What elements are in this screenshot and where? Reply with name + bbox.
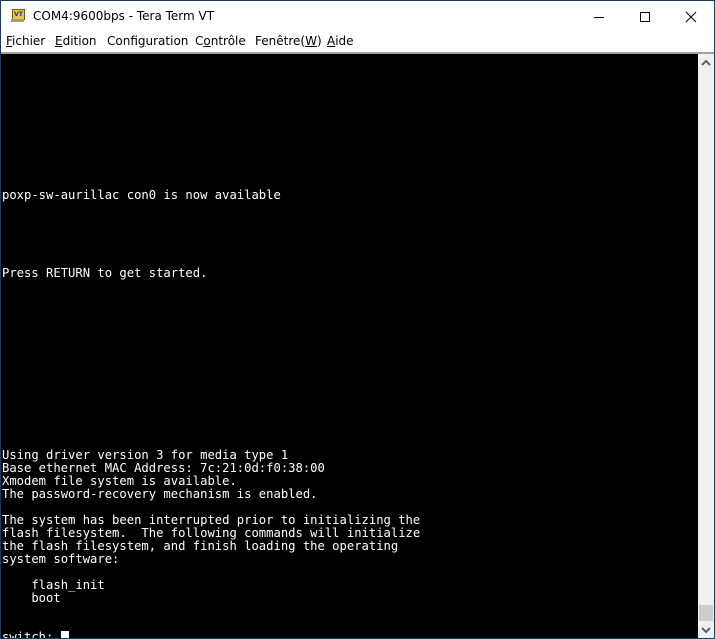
menu-controle[interactable]: Contrôle [195,34,246,48]
menu-edition[interactable]: Edition [55,34,97,48]
menu-fichier[interactable]: Fichier [6,34,45,48]
maximize-button[interactable] [622,1,668,32]
terminal-screen[interactable]: switch: poxp-sw-aurillac con0 is now ava… [1,54,698,638]
prompt-line[interactable]: switch: [2,631,69,638]
menu-fenetre[interactable]: Fenêtre(W) [255,34,322,48]
prompt-text: switch: [2,630,61,639]
maximize-icon [640,11,650,22]
window-title: COM4:9600bps - Tera Term VT [33,9,215,23]
menu-bar: Fichier Edition Configuration Contrôle F… [1,32,714,52]
terminal-line: The password-recovery mechanism is enabl… [2,487,318,501]
vertical-scrollbar[interactable] [698,54,714,638]
terminal-line: poxp-sw-aurillac con0 is now available [2,188,281,202]
terminal-line: Press RETURN to get started. [2,266,208,280]
scroll-down-button[interactable] [698,621,714,638]
tera-term-icon[interactable]: VT [11,9,25,22]
scroll-up-button[interactable] [698,54,714,71]
text-cursor [60,631,69,638]
menu-configuration[interactable]: Configuration [107,34,188,48]
tera-term-window: VT COM4:9600bps - Tera Term VT Fichier E… [0,0,715,639]
chevron-down-icon [701,626,711,633]
menu-aide[interactable]: Aide [327,34,354,48]
minimize-button[interactable] [576,1,622,32]
chevron-up-icon [701,59,711,66]
title-bar[interactable]: VT COM4:9600bps - Tera Term VT [1,1,714,32]
close-icon [685,11,697,22]
terminal-line: system software: [2,552,120,566]
terminal-line: boot [2,591,61,605]
minimize-icon [594,16,604,18]
close-button[interactable] [668,1,714,32]
scrollbar-thumb[interactable] [699,605,713,621]
